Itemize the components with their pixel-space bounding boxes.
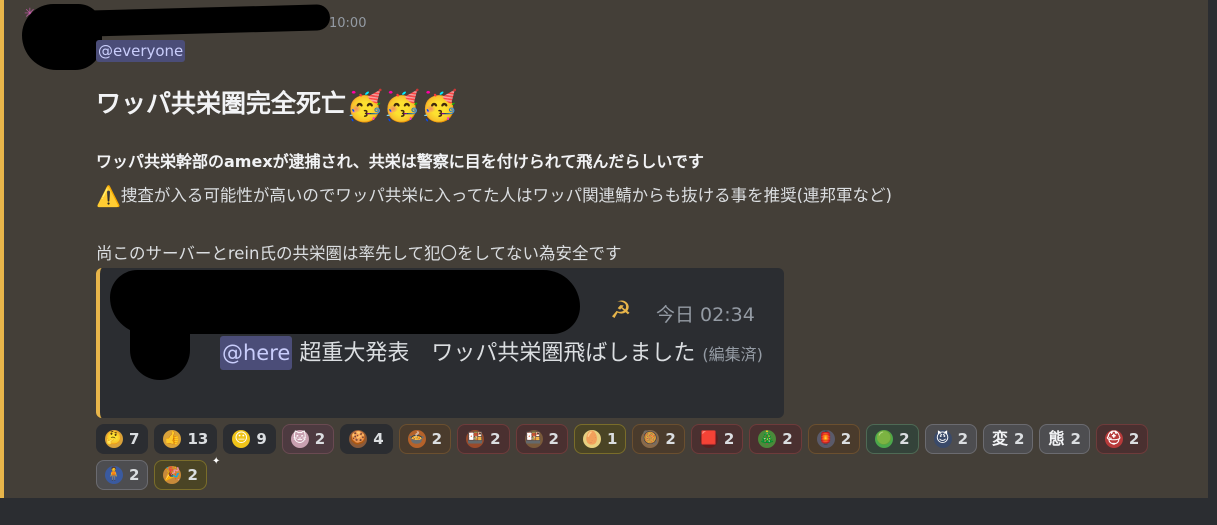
reaction-emoji-icon: 😈 — [933, 430, 952, 448]
reaction-count: 2 — [314, 430, 326, 448]
reaction-emoji-icon: 🥚 — [582, 430, 601, 448]
everyone-mention[interactable]: @everyone — [96, 40, 186, 62]
reaction-button[interactable]: 🏮 2 — [807, 424, 861, 454]
reaction-emoji-icon: ⛑ — [1104, 430, 1123, 448]
reaction-button[interactable]: 🍪 4 — [340, 424, 393, 454]
reaction-emoji-icon: 🍲 — [407, 430, 426, 448]
reaction-button[interactable]: 🟢 2 — [866, 424, 919, 454]
message-bold-line: ワッパ共栄幹部のamexが逮捕され、共栄は警察に目を付けられて飛んだらしいです — [96, 152, 704, 171]
reaction-emoji-icon: 🏮 — [816, 430, 835, 448]
sparkle-icon: ✦ — [212, 456, 221, 467]
reaction-emoji-icon: 🎉 — [163, 466, 182, 484]
reaction-button[interactable]: 🍱 2 — [515, 424, 568, 454]
reaction-count: 2 — [840, 430, 852, 448]
embed-body-text: 超重大発表 ワッパ共栄圏飛ばしました — [292, 341, 696, 366]
reaction-count: 2 — [490, 430, 501, 448]
reaction-count: 2 — [1070, 430, 1081, 448]
reaction-emoji-icon: 😐 — [232, 430, 251, 448]
reaction-emoji-icon: 🍱 — [524, 430, 543, 448]
reaction-emoji-icon: 🤔 — [105, 430, 123, 448]
reaction-button[interactable]: 変2 — [983, 424, 1034, 454]
reaction-count: 2 — [723, 430, 735, 448]
message-mention-line: @everyone — [96, 40, 186, 62]
reaction-button[interactable]: 🤔 7 — [96, 424, 149, 454]
reaction-count: 9 — [256, 430, 267, 448]
message-warning-line: ⚠️捜査が入る可能性が高いのでワッパ共栄に入ってた人はワッパ関連鯖からも抜ける事… — [96, 182, 892, 208]
message-timestamp[interactable]: 10:00 — [329, 16, 366, 31]
reaction-emoji-icon: 👍 — [163, 430, 182, 448]
hammer-sickle-icon: ☭ — [610, 296, 632, 324]
embed-avatar-redacted — [130, 298, 190, 380]
reaction-count: 13 — [187, 430, 209, 448]
reaction-emoji-icon: 🍪 — [349, 430, 368, 448]
reaction-count: 2 — [782, 430, 793, 448]
message-embed[interactable]: ☭ 今日 02:34 @here 超重大発表 ワッパ共栄圏飛ばしました (編集済… — [96, 268, 784, 418]
reaction-button[interactable]: 🎉 2 — [154, 460, 207, 490]
reaction-count: 2 — [1128, 430, 1140, 448]
reaction-button[interactable]: 🐱 2 — [281, 424, 335, 454]
scrollbar-track[interactable] — [1208, 0, 1217, 498]
bottom-bar — [0, 498, 1217, 525]
message-note-line: 尚このサーバーとrein氏の共栄圏は率先して犯〇をしてない為安全です — [96, 244, 622, 263]
reaction-emoji-icon: 🍱 — [466, 430, 485, 448]
reaction-button[interactable]: 🍲 2 — [398, 424, 452, 454]
reaction-button[interactable]: 🧍 2 — [96, 460, 149, 490]
reaction-emoji-icon: 🧍 — [105, 466, 123, 484]
discord-window: ✳ 10:00 @everyone ワッパ共栄圏完全死亡🥳🥳🥳 ワッパ共栄幹部の… — [0, 0, 1217, 525]
here-mention[interactable]: @here — [220, 336, 293, 370]
reaction-count: 2 — [431, 430, 443, 448]
reaction-count: 2 — [548, 430, 559, 448]
embed-body: @here 超重大発表 ワッパ共栄圏飛ばしました (編集済) — [220, 336, 770, 372]
reaction-emoji-icon: 態 — [1048, 429, 1065, 448]
warning-text: 捜査が入る可能性が高いのでワッパ共栄に入ってた人はワッパ関連鯖からも抜ける事を推… — [120, 186, 892, 205]
reaction-count: 2 — [665, 430, 676, 448]
reaction-emoji-icon: 🥘 — [641, 430, 660, 448]
message-highlighted: ✳ 10:00 @everyone ワッパ共栄圏完全死亡🥳🥳🥳 ワッパ共栄幹部の… — [0, 0, 1208, 498]
reaction-button[interactable]: 😐 9 — [223, 424, 276, 454]
reaction-button[interactable]: 🥘 2 — [632, 424, 685, 454]
party-face-icons: 🥳🥳🥳 — [346, 89, 459, 124]
reaction-count: 4 — [373, 430, 384, 448]
reaction-count: 2 — [957, 430, 968, 448]
reaction-button[interactable]: 👍 13 — [154, 424, 218, 454]
reaction-button[interactable]: 🎄 2 — [749, 424, 802, 454]
reaction-emoji-icon: 🟥 — [699, 430, 718, 448]
reaction-count: 2 — [1014, 430, 1025, 448]
reaction-count: 1 — [606, 430, 618, 448]
reaction-emoji-icon: 🎄 — [758, 430, 777, 448]
reaction-button[interactable]: 🥚 1 — [573, 424, 627, 454]
reaction-emoji-icon: 🟢 — [875, 430, 894, 448]
reaction-emoji-icon: 🐱 — [290, 430, 309, 448]
message-headline: ワッパ共栄圏完全死亡🥳🥳🥳 — [96, 84, 458, 124]
reaction-emoji-icon: 変 — [992, 429, 1009, 448]
reaction-button[interactable]: 😈 2 — [924, 424, 977, 454]
reaction-button[interactable]: 態2 — [1039, 424, 1090, 454]
warning-icon: ⚠️ — [96, 184, 121, 208]
reaction-count: 7 — [129, 430, 140, 448]
headline-text: ワッパ共栄圏完全死亡 — [96, 89, 347, 118]
reaction-count: 2 — [129, 466, 140, 484]
embed-edited-label: (編集済) — [702, 345, 763, 364]
reaction-button[interactable]: 🍱 2 — [457, 424, 510, 454]
reaction-count: 2 — [899, 430, 910, 448]
reaction-count: 2 — [187, 466, 198, 484]
embed-timestamp: 今日 02:34 — [656, 304, 755, 326]
reaction-button[interactable]: ⛑ 2 — [1095, 424, 1149, 454]
reaction-bar: 🤔 7 👍 13 😐 9 🐱 2 🍪 4 🍲 2 🍱 2 🍱 2 🥚 1 🥘 2 🟥 2 🎄 2 🏮 2 🟢 2 😈 2 変 2 態 2 ⛑ 2 🧍 2 🎉… — [96, 424, 1186, 490]
reaction-button[interactable]: 🟥 2 — [690, 424, 744, 454]
